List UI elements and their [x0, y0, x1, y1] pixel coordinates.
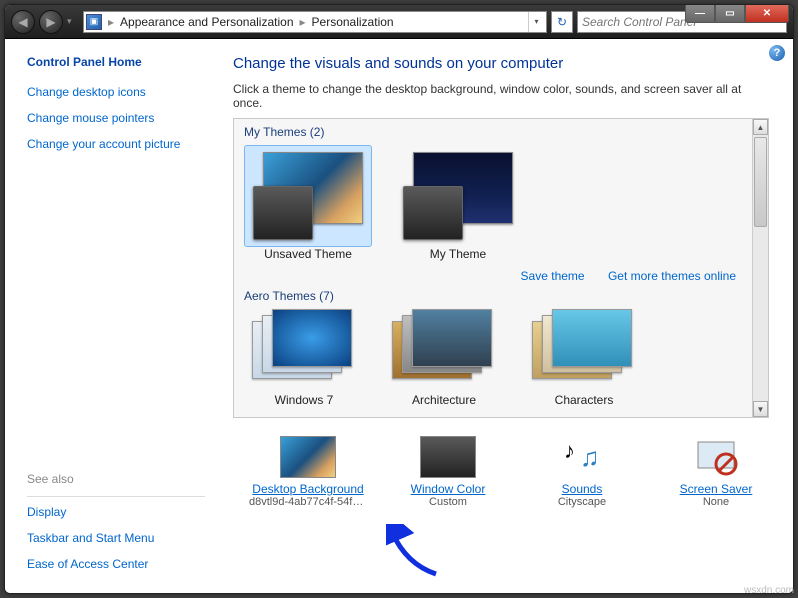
control-panel-icon: ▣ [86, 14, 102, 30]
screen-saver-icon [688, 436, 744, 478]
see-also-display[interactable]: Display [27, 505, 205, 519]
task-change-mouse-pointers[interactable]: Change mouse pointers [27, 111, 205, 125]
address-bar[interactable]: ▣ ▸ Appearance and Personalization ▸ Per… [83, 11, 547, 33]
scroll-down-button[interactable]: ▼ [753, 401, 768, 417]
minimize-button[interactable]: — [685, 5, 715, 23]
window-color-link[interactable]: Window Color [395, 482, 501, 496]
theme-label: My Theme [394, 247, 522, 261]
aero-themes-row: Windows 7 Architecture Characters [244, 309, 760, 407]
task-change-desktop-icons[interactable]: Change desktop icons [27, 85, 205, 99]
theme-links: Save theme Get more themes online [244, 265, 760, 289]
window-color-icon [420, 436, 476, 478]
watermark: wsxdn.com [744, 585, 794, 596]
theme-label: Unsaved Theme [244, 247, 372, 261]
scroll-up-button[interactable]: ▲ [753, 119, 768, 135]
setting-screen-saver[interactable]: Screen Saver None [663, 436, 769, 508]
breadcrumb-sep-icon: ▸ [298, 15, 308, 29]
personalization-window: — ▭ ✕ ◀ ▶ ▾ ▣ ▸ Appearance and Personali… [4, 4, 794, 594]
task-change-account-picture[interactable]: Change your account picture [27, 137, 205, 151]
breadcrumb-personalization[interactable]: Personalization [312, 15, 394, 29]
theme-label: Windows 7 [244, 393, 364, 407]
theme-windows7[interactable]: Windows 7 [244, 309, 364, 407]
see-also-taskbar[interactable]: Taskbar and Start Menu [27, 531, 205, 545]
window-color-value: Custom [395, 496, 501, 508]
themes-listbox: My Themes (2) Unsaved Theme [233, 118, 769, 418]
close-button[interactable]: ✕ [745, 5, 789, 23]
breadcrumb-appearance[interactable]: Appearance and Personalization [120, 15, 293, 29]
my-themes-header: My Themes (2) [244, 125, 760, 139]
control-panel-home-link[interactable]: Control Panel Home [27, 55, 205, 69]
breadcrumb-sep-icon: ▸ [106, 15, 116, 29]
theme-characters[interactable]: Characters [524, 309, 644, 407]
divider [27, 496, 205, 497]
help-icon[interactable]: ? [769, 45, 785, 61]
see-also-ease-of-access[interactable]: Ease of Access Center [27, 557, 205, 571]
sounds-link[interactable]: Sounds [529, 482, 635, 496]
setting-desktop-background[interactable]: Desktop Background d8vtl9d-4ab77c4f-54fa… [249, 436, 367, 508]
theme-label: Characters [524, 393, 644, 407]
scrollbar[interactable]: ▲ ▼ [752, 119, 768, 417]
my-themes-row: Unsaved Theme My Theme [244, 145, 760, 261]
caption-buttons: — ▭ ✕ [685, 5, 789, 23]
svg-text:♪: ♪ [564, 438, 575, 463]
theme-architecture[interactable]: Architecture [384, 309, 504, 407]
address-dropdown-icon[interactable]: ▾ [528, 12, 544, 32]
setting-window-color[interactable]: Window Color Custom [395, 436, 501, 508]
svg-text:♫: ♫ [580, 442, 600, 472]
window-color-thumb [253, 186, 313, 240]
window-color-thumb [403, 186, 463, 240]
back-button[interactable]: ◀ [11, 10, 35, 34]
page-heading: Change the visuals and sounds on your co… [233, 55, 769, 72]
scroll-thumb[interactable] [754, 137, 767, 227]
maximize-button[interactable]: ▭ [715, 5, 745, 23]
setting-sounds[interactable]: ♪♫ Sounds Cityscape [529, 436, 635, 508]
screen-saver-value: None [663, 496, 769, 508]
sounds-icon: ♪♫ [554, 436, 610, 478]
page-instruction: Click a theme to change the desktop back… [233, 82, 769, 110]
settings-row: Desktop Background d8vtl9d-4ab77c4f-54fa… [233, 436, 769, 508]
desktop-background-value: d8vtl9d-4ab77c4f-54fa-... [249, 496, 367, 508]
theme-label: Architecture [384, 393, 504, 407]
screen-saver-link[interactable]: Screen Saver [663, 482, 769, 496]
theme-unsaved[interactable]: Unsaved Theme [244, 145, 372, 261]
history-dropdown[interactable]: ▾ [67, 16, 79, 27]
refresh-button[interactable]: ↻ [551, 11, 573, 33]
desktop-background-icon [280, 436, 336, 478]
forward-button[interactable]: ▶ [39, 10, 63, 34]
sounds-value: Cityscape [529, 496, 635, 508]
sidebar: Control Panel Home Change desktop icons … [5, 39, 215, 593]
main-panel: ? Change the visuals and sounds on your … [215, 39, 793, 593]
aero-themes-header: Aero Themes (7) [244, 289, 760, 303]
see-also-label: See also [27, 472, 205, 486]
save-theme-link[interactable]: Save theme [521, 269, 585, 283]
more-themes-link[interactable]: Get more themes online [608, 269, 736, 283]
navigation-bar: ◀ ▶ ▾ ▣ ▸ Appearance and Personalization… [5, 5, 793, 39]
theme-my-theme[interactable]: My Theme [394, 145, 522, 261]
desktop-background-link[interactable]: Desktop Background [249, 482, 367, 496]
content-area: Control Panel Home Change desktop icons … [5, 39, 793, 593]
